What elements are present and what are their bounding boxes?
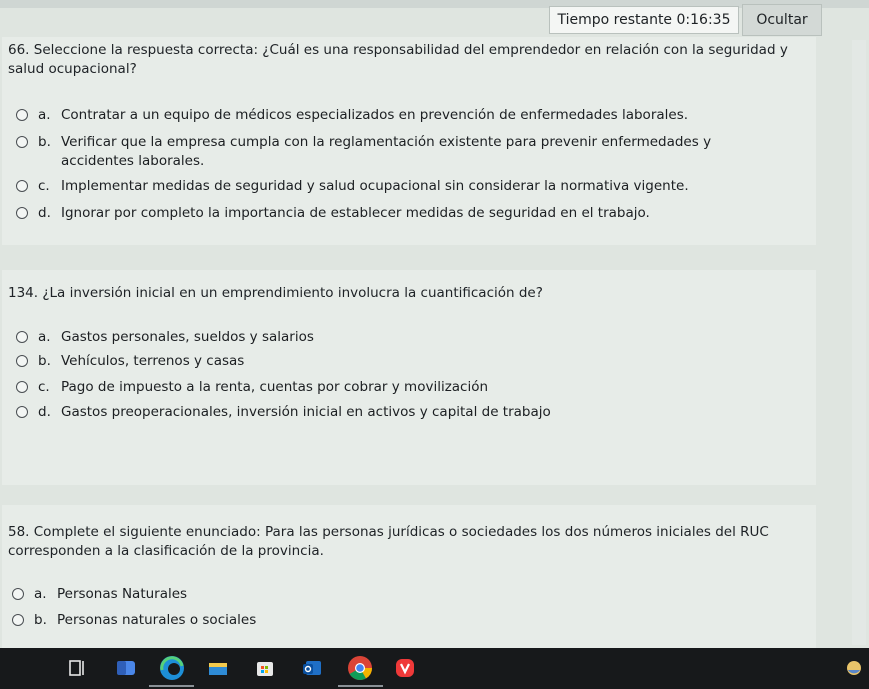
- option-text: Verificar que la empresa cumpla con la r…: [61, 134, 712, 169]
- option-text: Gastos preoperacionales, inversión inici…: [61, 404, 551, 420]
- file-explorer-icon[interactable]: [206, 656, 230, 680]
- outlook-icon[interactable]: [300, 656, 324, 680]
- radio-button[interactable]: [16, 355, 28, 367]
- radio-button[interactable]: [16, 406, 28, 418]
- option-letter: a.: [34, 586, 47, 602]
- radio-button[interactable]: [16, 136, 28, 148]
- radio-button[interactable]: [16, 109, 28, 121]
- active-app-indicator: [149, 685, 194, 687]
- active-app-indicator: [338, 685, 383, 687]
- option-letter: b.: [38, 134, 51, 150]
- edge-icon[interactable]: [158, 654, 186, 682]
- task-view-icon[interactable]: [65, 656, 89, 680]
- option-letter: a.: [38, 329, 51, 345]
- question-card-66: 66. Seleccione la respuesta correcta: ¿C…: [2, 37, 816, 245]
- option-text: Ignorar por completo la importancia de e…: [61, 205, 650, 221]
- option-text: Gastos personales, sueldos y salarios: [61, 329, 314, 345]
- timer-value: 0:16:35: [676, 12, 731, 28]
- option-letter: b.: [34, 612, 47, 628]
- radio-button[interactable]: [16, 331, 28, 343]
- option-letter: d.: [38, 205, 51, 221]
- option-letter: c.: [38, 178, 50, 194]
- radio-button[interactable]: [12, 588, 24, 600]
- question-text: 134. ¿La inversión inicial en un emprend…: [8, 285, 543, 301]
- taskbar: [0, 648, 869, 689]
- option-text: Vehículos, terrenos y casas: [61, 353, 245, 369]
- option-letter: c.: [38, 379, 50, 395]
- hide-timer-button[interactable]: Ocultar: [742, 4, 822, 36]
- question-text: 58. Complete el siguiente enunciado: Par…: [8, 524, 769, 559]
- question-text: 66. Seleccione la respuesta correcta: ¿C…: [8, 42, 788, 77]
- radio-button[interactable]: [12, 614, 24, 626]
- option-letter: a.: [38, 107, 51, 123]
- option-text: Contratar a un equipo de médicos especia…: [61, 107, 689, 123]
- radio-button[interactable]: [16, 207, 28, 219]
- option-text: Personas Naturales: [57, 586, 188, 602]
- option-letter: b.: [38, 353, 51, 369]
- onenote-icon[interactable]: [114, 656, 138, 680]
- question-card-58: 58. Complete el siguiente enunciado: Par…: [2, 505, 816, 650]
- radio-button[interactable]: [16, 180, 28, 192]
- tray-icon[interactable]: [842, 656, 866, 680]
- store-icon[interactable]: [253, 656, 277, 680]
- option-letter: d.: [38, 404, 51, 420]
- question-card-134: 134. ¿La inversión inicial en un emprend…: [2, 270, 816, 485]
- option-text: Implementar medidas de seguridad y salud…: [61, 178, 689, 194]
- scrollbar[interactable]: [852, 40, 866, 645]
- timer-label: Tiempo restante: [557, 12, 673, 28]
- radio-button[interactable]: [16, 381, 28, 393]
- timer-box: Tiempo restante 0:16:35: [549, 6, 739, 34]
- option-text: Pago de impuesto a la renta, cuentas por…: [61, 379, 489, 395]
- option-text: Personas naturales o sociales: [57, 612, 257, 628]
- vivaldi-icon[interactable]: [393, 656, 417, 680]
- chrome-icon[interactable]: [347, 655, 373, 681]
